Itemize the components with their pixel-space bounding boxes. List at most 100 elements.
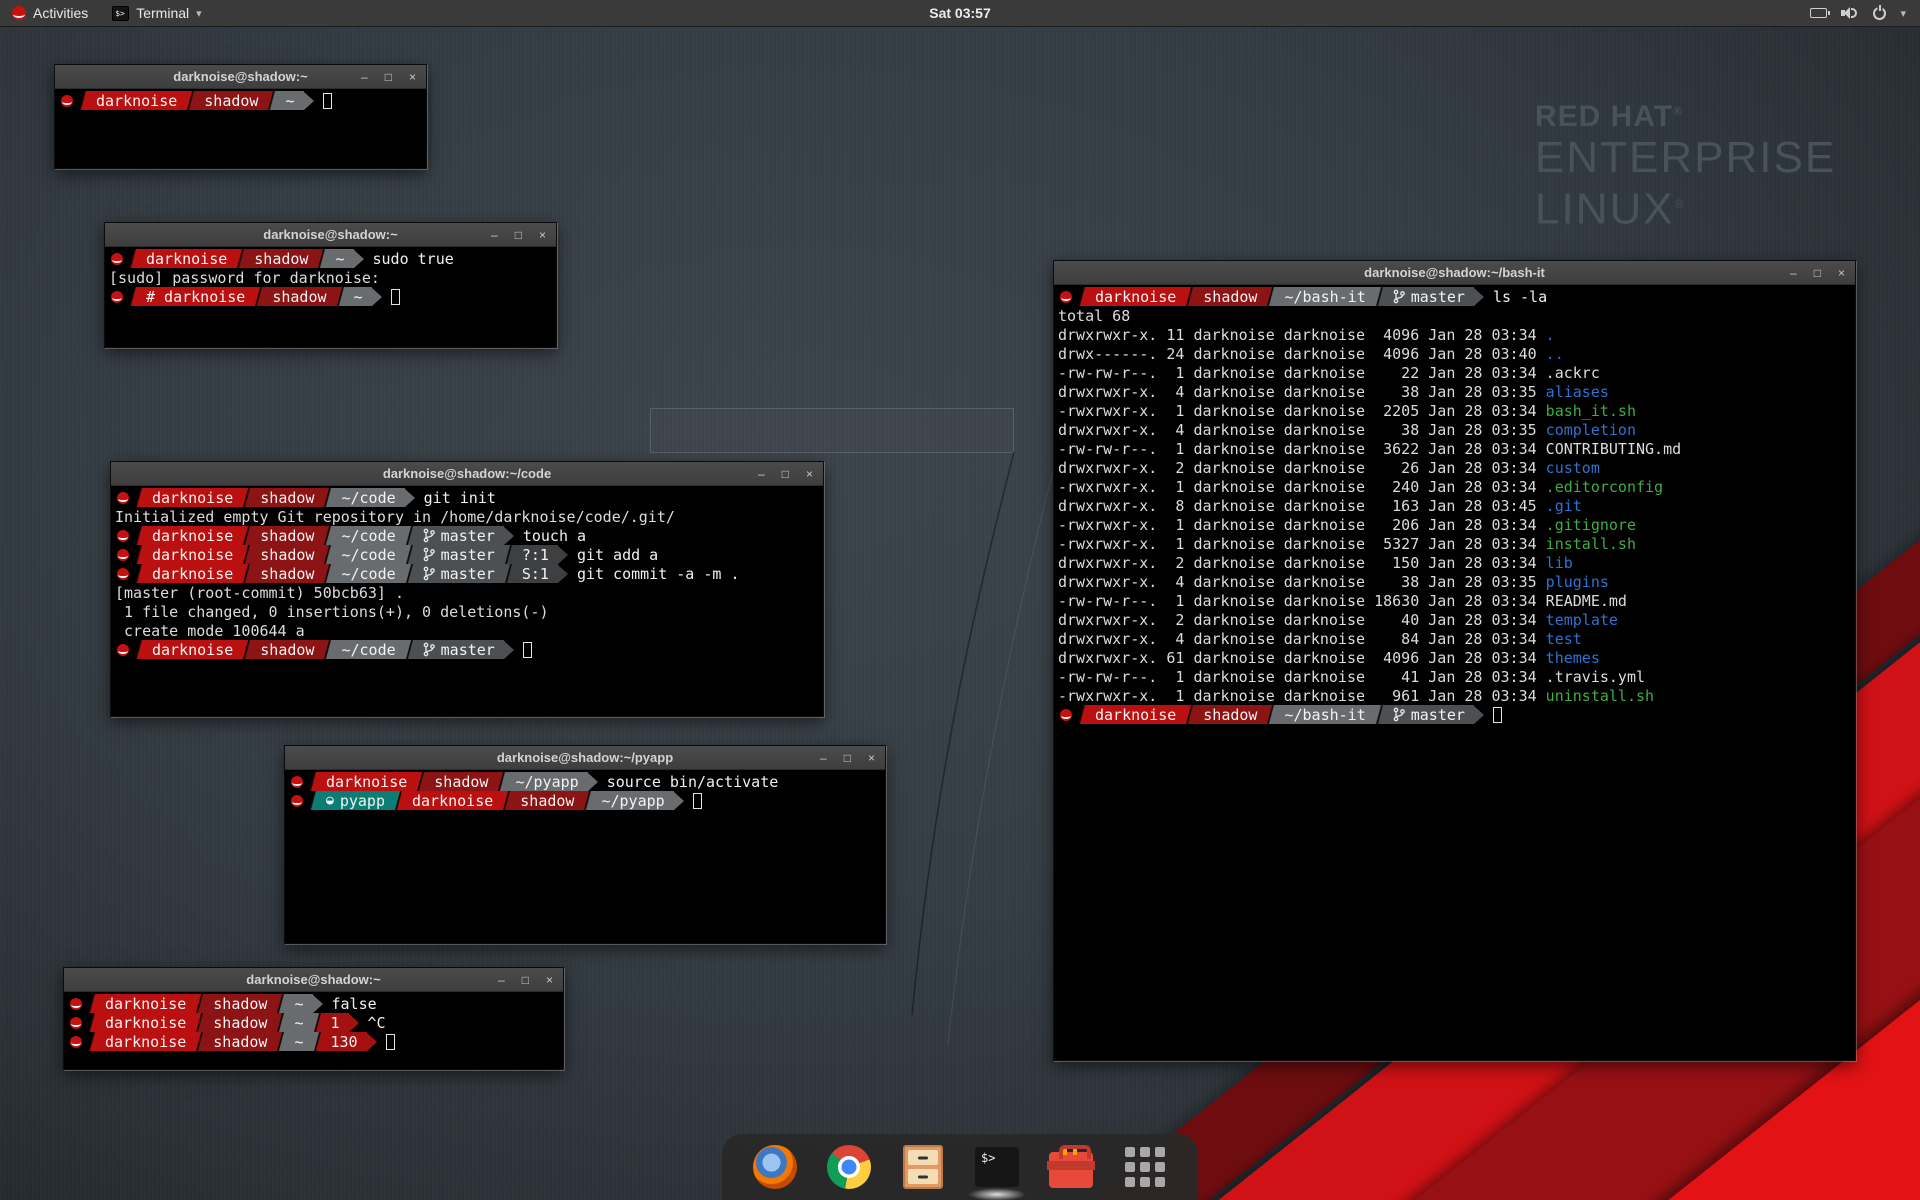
app-menu-button[interactable]: $> Terminal ▾ [100, 0, 213, 26]
close-button[interactable]: × [806, 463, 813, 485]
close-button[interactable]: × [539, 224, 546, 246]
prompt-segment-user: darknoise [143, 526, 242, 545]
terminal-window-home-1[interactable]: darknoise@shadow:~ –□× darknoiseshadow~ [54, 64, 427, 169]
segment-separator [195, 994, 204, 1013]
terminal-content[interactable]: darknoiseshadow~falsedarknoiseshadow~1^C… [64, 992, 563, 1069]
git-branch-segment: master [414, 545, 504, 564]
terminal-line: darknoiseshadow~/codemaster [115, 640, 819, 659]
redhat-icon [1060, 709, 1072, 721]
minimize-button[interactable]: – [1790, 262, 1797, 284]
prompt-segment-exit: 1 [322, 1013, 349, 1032]
terminal-line: -rw-rw-r--. 1 darknoise darknoise 3622 J… [1058, 439, 1851, 458]
prompt-segment-hat [115, 564, 134, 583]
prompt-arrow [349, 1014, 359, 1032]
file-name: .git [1546, 497, 1582, 515]
prompt-segment-path: ~ [345, 287, 372, 306]
prompt-segment-user: darknoise [137, 249, 236, 268]
branding-linux: LINUX® [1535, 181, 1836, 233]
terminal-content[interactable]: darknoiseshadow~/codegit initInitialized… [111, 486, 823, 716]
terminal-window-code[interactable]: darknoise@shadow:~/code –□ × darknoisesha… [110, 461, 824, 717]
terminal-line: drwxrwxr-x. 4 darknoise darknoise 38 Jan… [1058, 382, 1851, 401]
terminal-window-pyapp[interactable]: darknoise@shadow:~/pyapp –□× darknoisesh… [284, 745, 886, 944]
prompt-segment-exit: 130 [322, 1032, 367, 1051]
terminal-cursor [391, 289, 400, 305]
dock-toolbox-icon[interactable] [1048, 1144, 1094, 1190]
maximize-button[interactable]: □ [385, 66, 392, 88]
terminal-line: [sudo] password for darknoise: [109, 268, 552, 287]
maximize-button[interactable]: □ [515, 224, 522, 246]
maximize-button[interactable]: □ [782, 463, 789, 485]
git-branch-segment: master [414, 564, 504, 583]
terminal-content[interactable]: darknoiseshadow~/bash-itmasterls -latota… [1054, 285, 1855, 1060]
redhat-icon [111, 253, 123, 265]
dock-firefox-icon[interactable] [752, 1144, 798, 1190]
terminal-line: darknoiseshadow~/codemastertouch a [115, 526, 819, 545]
terminal-line: drwxrwxr-x. 11 darknoise darknoise 4096 … [1058, 325, 1851, 344]
redhat-icon [291, 795, 303, 807]
segment-separator [134, 545, 143, 564]
minimize-button[interactable]: – [498, 969, 505, 991]
dock-files-icon[interactable] [900, 1144, 946, 1190]
window-title: darknoise@shadow:~/code [111, 466, 823, 481]
terminal-content[interactable]: darknoiseshadow~/pyappsource bin/activat… [285, 770, 885, 943]
redhat-icon [117, 644, 129, 656]
terminal-line: -rw-rw-r--. 1 darknoise darknoise 41 Jan… [1058, 667, 1851, 686]
git-branch-segment: master [1384, 705, 1474, 724]
titlebar[interactable]: darknoise@shadow:~/pyapp –□× [285, 746, 885, 770]
terminal-line: drwxrwxr-x. 4 darknoise darknoise 38 Jan… [1058, 572, 1851, 591]
titlebar[interactable]: darknoise@shadow:~ –□× [55, 65, 426, 89]
minimize-button[interactable]: – [491, 224, 498, 246]
prompt-segment-path: ~/bash-it [1275, 705, 1374, 724]
terminal-content[interactable]: darknoiseshadow~sudo true[sudo] password… [105, 247, 556, 347]
file-name: README.md [1546, 592, 1627, 610]
titlebar[interactable]: darknoise@shadow:~/bash-it –□× [1054, 261, 1855, 285]
prompt-arrow [313, 995, 323, 1013]
segment-separator [504, 545, 513, 564]
terminal-line: drwx------. 24 darknoise darknoise 4096 … [1058, 344, 1851, 363]
prompt-segment-hat [115, 526, 134, 545]
minimize-button[interactable]: – [758, 463, 765, 485]
titlebar[interactable]: darknoise@shadow:~ –□ × [105, 223, 556, 247]
prompt-segment-user: darknoise [143, 564, 242, 583]
minimize-button[interactable]: – [820, 747, 827, 769]
segment-separator [1266, 705, 1275, 724]
maximize-button[interactable]: □ [844, 747, 851, 769]
prompt-segment-path: ~ [276, 91, 303, 110]
file-name: .travis.yml [1546, 668, 1645, 686]
minimize-button[interactable]: – [361, 66, 368, 88]
terminal-content[interactable]: darknoiseshadow~ [55, 89, 426, 168]
maximize-button[interactable]: □ [522, 969, 529, 991]
terminal-line: darknoiseshadow~130 [68, 1032, 559, 1051]
terminal-window-bash-it[interactable]: darknoise@shadow:~/bash-it –□× darknoise… [1053, 260, 1856, 1061]
chevron-down-icon: ▾ [196, 7, 202, 20]
prompt-segment-path: ~/code [332, 640, 404, 659]
dock-chrome-icon[interactable] [826, 1144, 872, 1190]
dock-terminal-icon[interactable]: $> [974, 1144, 1020, 1190]
command-text: git add a [577, 546, 658, 564]
terminal-window-exitcodes[interactable]: darknoise@shadow:~ –□× darknoiseshadow~f… [63, 967, 564, 1070]
system-status-area[interactable]: ▾ [1810, 0, 1920, 26]
close-button[interactable]: × [1838, 262, 1845, 284]
titlebar[interactable]: darknoise@shadow:~/code –□ × [111, 462, 823, 486]
terminal-line: darknoiseshadow~/bash-itmaster [1058, 705, 1851, 724]
titlebar[interactable]: darknoise@shadow:~ –□× [64, 968, 563, 992]
prompt-segment-user: darknoise [403, 791, 502, 810]
clock[interactable]: Sat 03:57 [929, 5, 990, 21]
window-title: darknoise@shadow:~ [105, 227, 556, 242]
dock-app-grid-icon[interactable] [1122, 1144, 1168, 1190]
close-button[interactable]: × [868, 747, 875, 769]
segment-separator [497, 772, 506, 791]
command-text: git commit -a -m . [577, 565, 740, 583]
terminal-window-sudo[interactable]: darknoise@shadow:~ –□ × darknoiseshadow~s… [104, 222, 557, 348]
terminal-line: -rwxrwxr-x. 1 darknoise darknoise 2205 J… [1058, 401, 1851, 420]
close-button[interactable]: × [409, 66, 416, 88]
power-icon [1873, 7, 1886, 20]
activities-button[interactable]: Activities [0, 0, 100, 26]
prompt-segment-hat [289, 791, 308, 810]
terminal-line: -rwxrwxr-x. 1 darknoise darknoise 206 Ja… [1058, 515, 1851, 534]
segment-separator [583, 791, 592, 810]
terminal-line: -rwxrwxr-x. 1 darknoise darknoise 961 Ja… [1058, 686, 1851, 705]
maximize-button[interactable]: □ [1814, 262, 1821, 284]
redhat-icon [70, 998, 82, 1010]
close-button[interactable]: × [546, 969, 553, 991]
